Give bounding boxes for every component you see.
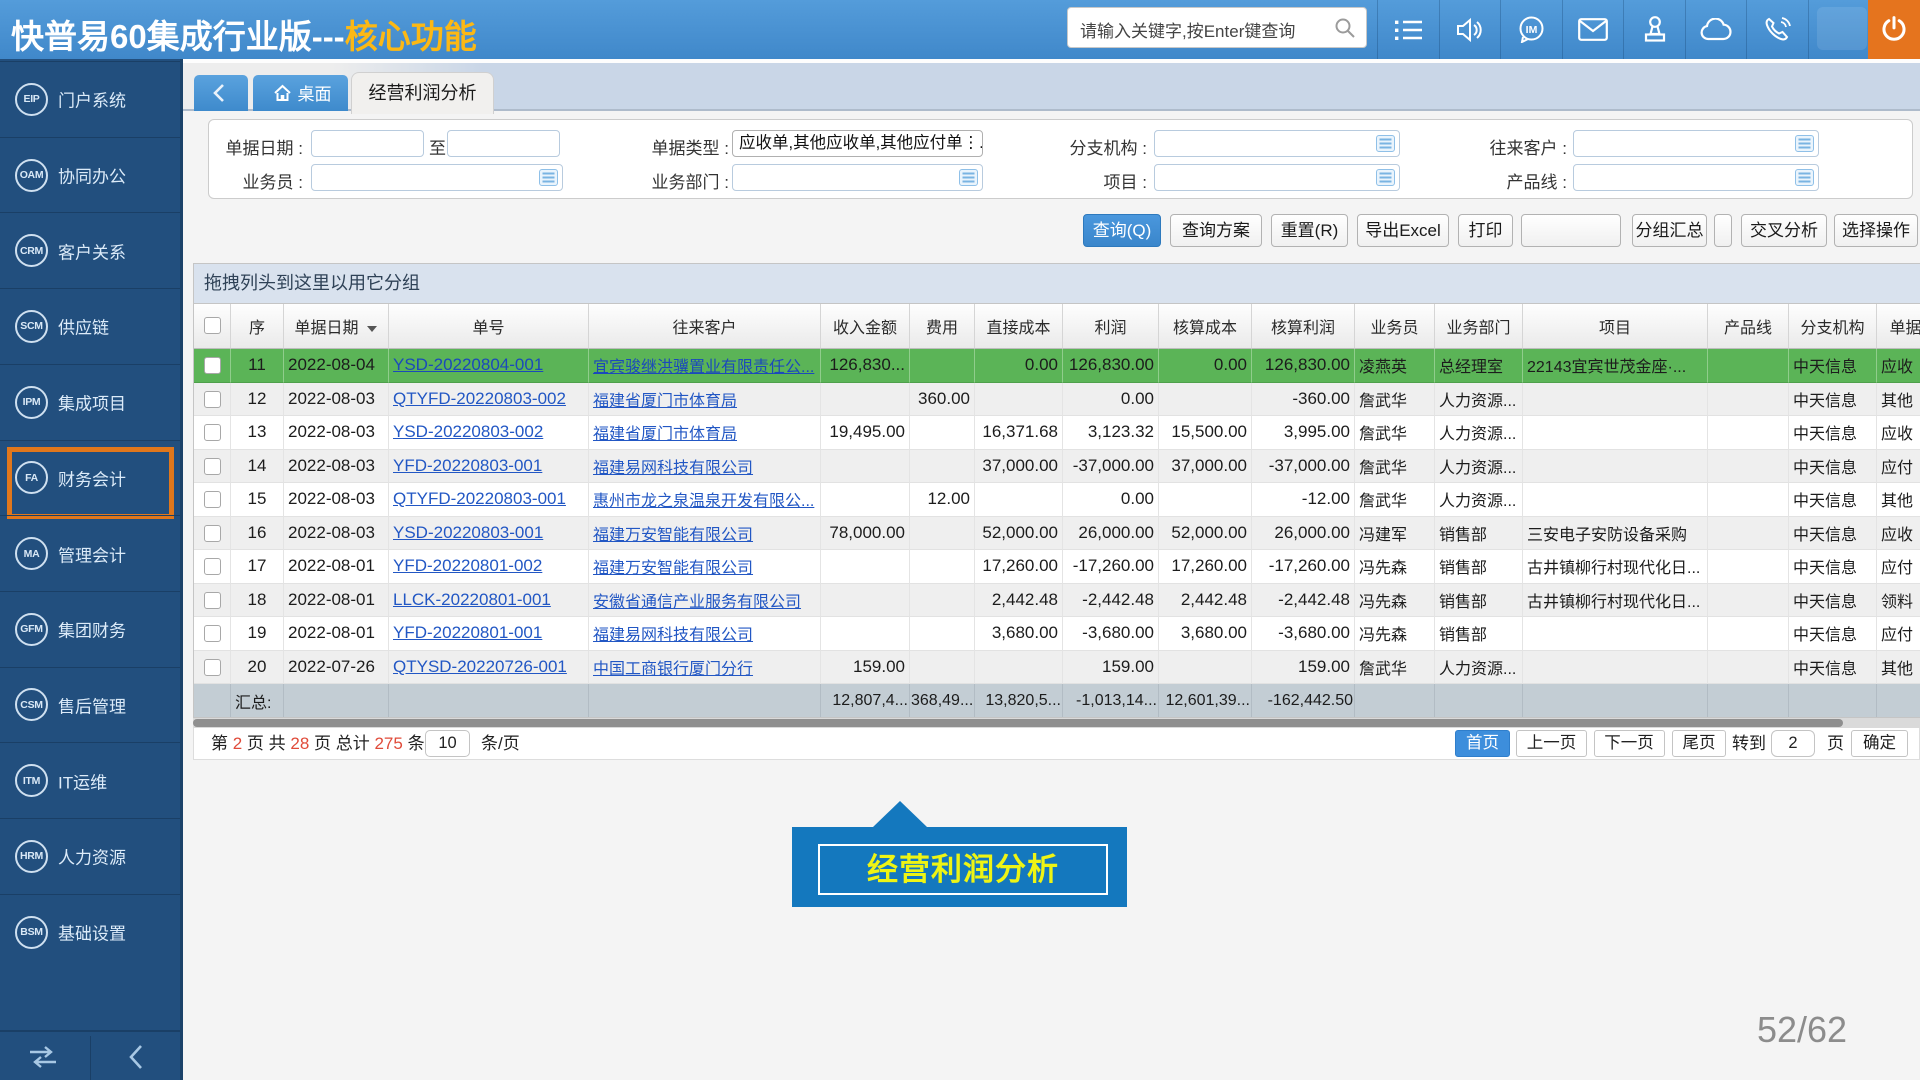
svg-text:IM: IM (1526, 24, 1538, 36)
